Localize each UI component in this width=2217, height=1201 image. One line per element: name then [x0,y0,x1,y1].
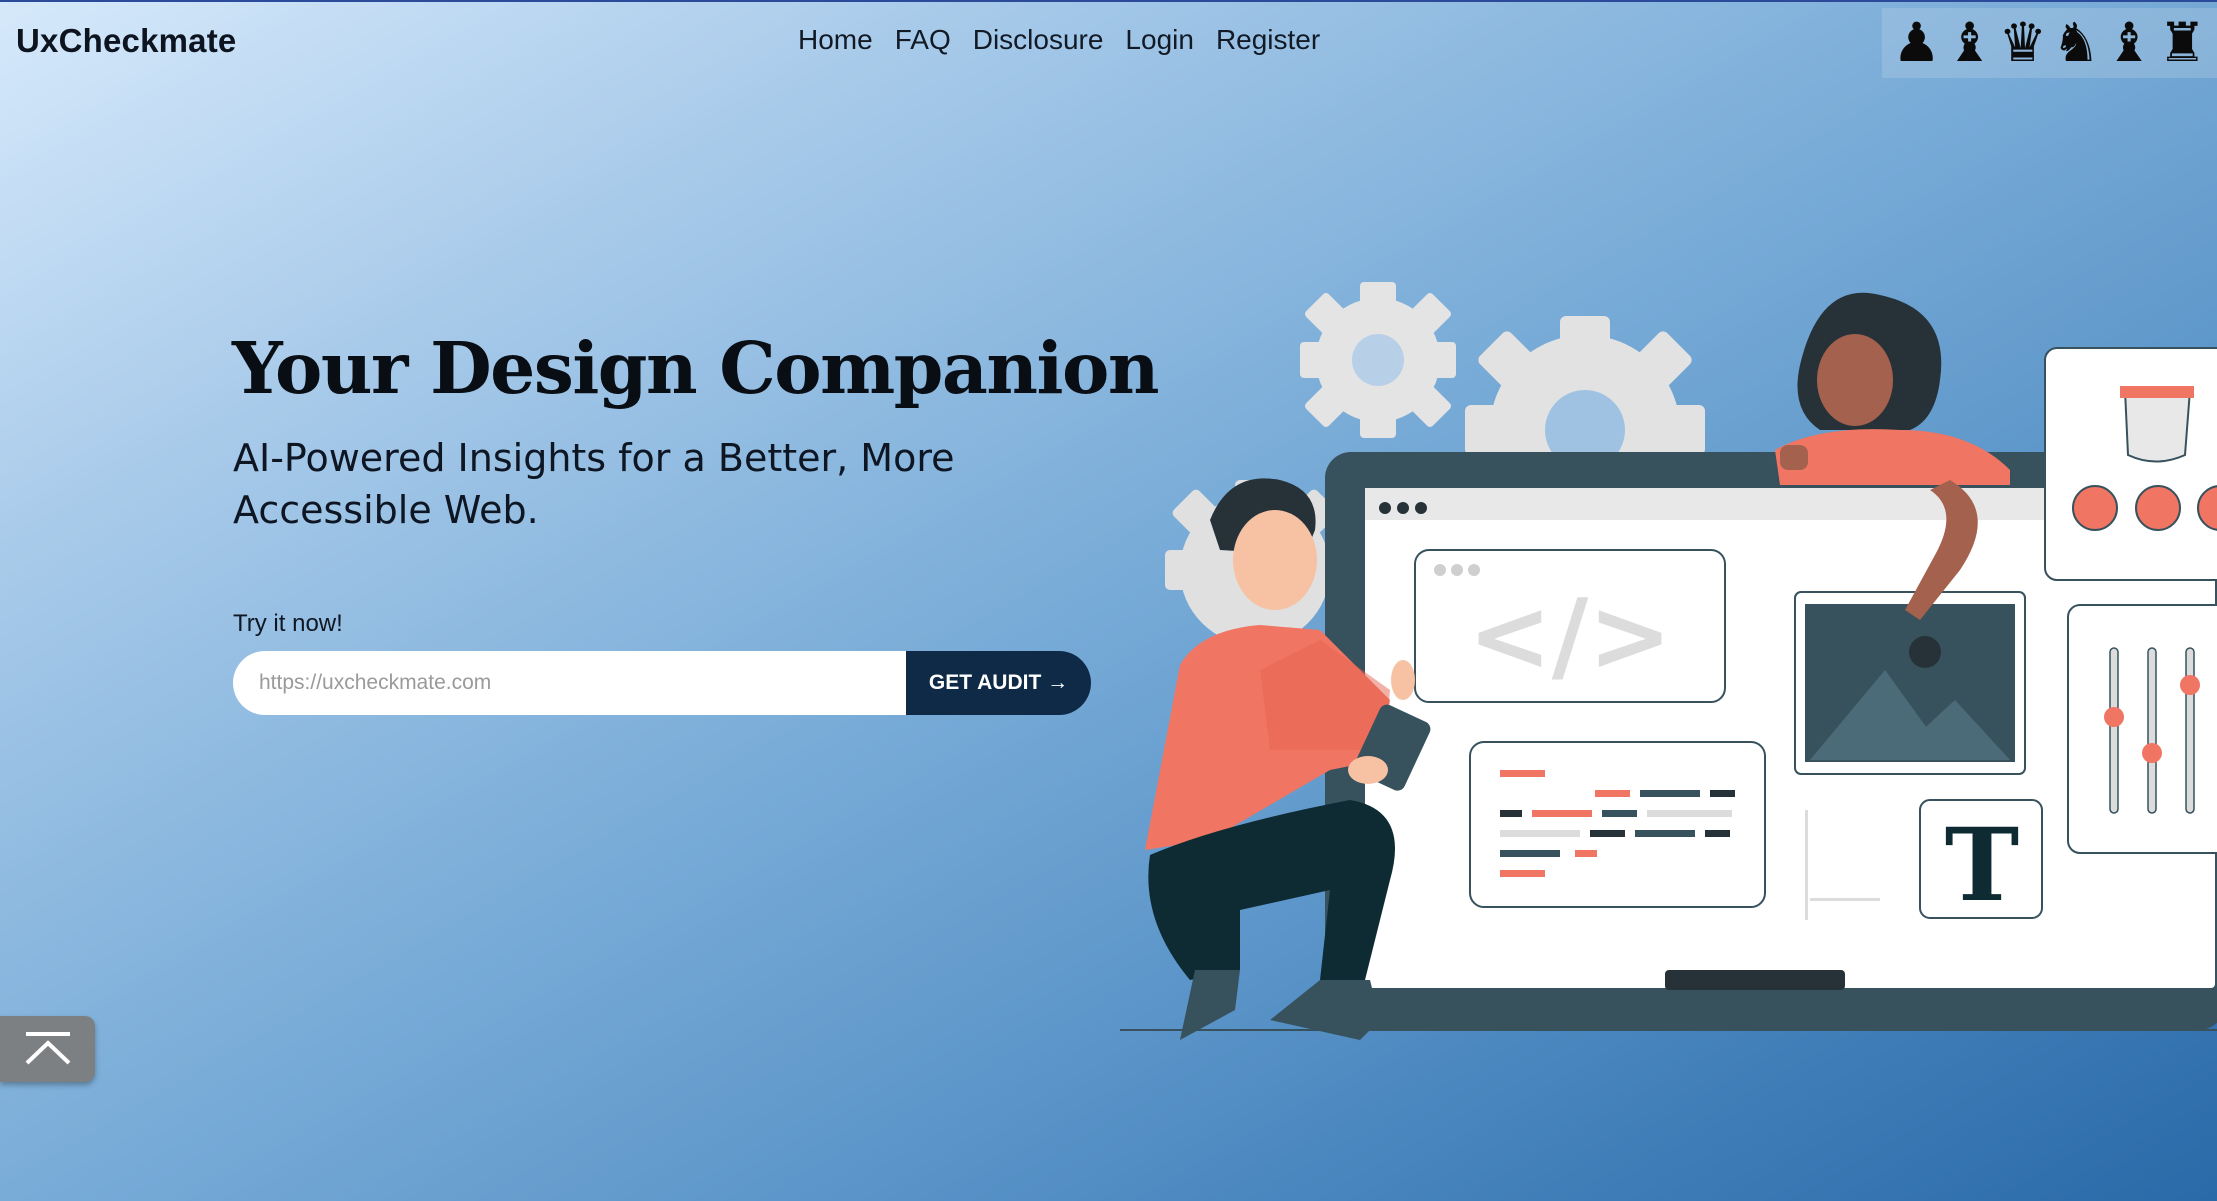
chevron-up-icon [25,1032,70,1065]
chess-pieces-bar: ♟ ♝ ♛ ♞ ♝ ♜ [1882,8,2217,78]
nav-home[interactable]: Home [798,24,873,56]
typography-glyph: T [1945,806,2019,924]
chess-knight-icon[interactable]: ♞ [2052,16,2100,70]
nav-faq[interactable]: FAQ [895,24,951,56]
palette-card [2044,347,2217,581]
nav-login[interactable]: Login [1125,24,1194,56]
nav-register[interactable]: Register [1216,24,1320,56]
chess-pawn-icon[interactable]: ♟ [1892,16,1940,70]
site-header: UxCheckmate Home FAQ Disclosure Login Re… [0,0,2217,90]
hero-title: Your Design Companion [232,326,1160,410]
audit-form: GET AUDIT → [233,651,1091,715]
chess-bishop-icon[interactable]: ♝ [1946,16,1994,70]
hero-subtitle: AI-Powered Insights for a Better, More A… [233,436,955,532]
chess-bishop-icon[interactable]: ♝ [2105,16,2153,70]
chess-queen-icon[interactable]: ♛ [1999,16,2047,70]
chess-rook-icon[interactable]: ♜ [2158,16,2206,70]
scroll-to-top-button[interactable] [0,1016,95,1082]
hero-illustration: </> T [1120,282,2217,1040]
text-lines-window [1469,741,1766,908]
nav-disclosure[interactable]: Disclosure [973,24,1104,56]
brand-logo[interactable]: UxCheckmate [16,22,236,60]
get-audit-button[interactable]: GET AUDIT → [906,651,1091,715]
gear-icon [1300,282,1456,438]
main-nav: Home FAQ Disclosure Login Register [798,24,1320,56]
code-glyph: </> [1468,577,1672,694]
try-label: Try it now! [233,610,343,637]
url-input[interactable] [233,651,906,715]
